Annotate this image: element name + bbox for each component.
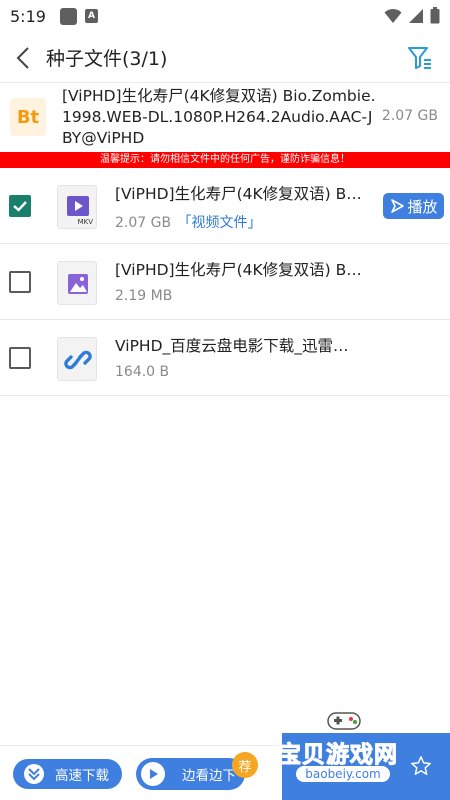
page-title: 种子文件(3/1)	[46, 48, 168, 70]
wifi-icon	[384, 8, 402, 23]
file-size: 2.19 MB	[115, 288, 173, 304]
app-notification-icon: A	[84, 9, 98, 23]
file-name: [ViPHD]生化寿尸(4K修复双语) B…	[115, 261, 362, 279]
file-meta: 2.19 MB	[115, 288, 172, 304]
recommend-badge: 荐	[232, 752, 258, 778]
file-checkbox[interactable]	[9, 347, 31, 369]
mkv-label: MKV	[77, 218, 93, 226]
filter-icon	[408, 47, 431, 69]
image-file-icon	[57, 261, 97, 305]
torrent-info: Bt [ViPHD]生化寿尸(4K修复双语) Bio.Zombie.1998.W…	[0, 84, 450, 152]
filter-button[interactable]	[406, 44, 434, 72]
stream-label: 边看边下	[182, 768, 236, 784]
bt-torrent-icon: Bt	[10, 98, 46, 136]
watermark: 宝贝游戏网 baobeiy.com	[268, 705, 450, 800]
file-size: 2.07 GB	[115, 215, 172, 231]
download-label: 高速下载	[55, 768, 109, 784]
file-type: 「视频文件」	[177, 215, 262, 231]
signal-icon	[409, 8, 423, 23]
video-file-icon: MKV	[57, 185, 97, 229]
notification-icon	[59, 7, 77, 25]
back-arrow-icon	[16, 46, 29, 69]
play-label: 播放	[407, 197, 438, 216]
file-meta: 2.07 GB 「视频文件」	[115, 212, 262, 232]
file-row[interactable]: ViPHD_百度云盘电影下载_迅雷… 164.0 B	[0, 320, 450, 396]
file-row[interactable]: MKV [ViPHD]生化寿尸(4K修复双语) B… 2.07 GB 「视频文件…	[0, 168, 450, 244]
torrent-name: [ViPHD]生化寿尸(4K修复双语) Bio.Zombie.1998.WEB-…	[62, 87, 376, 147]
app-header: 种子文件(3/1)	[0, 33, 450, 83]
stream-while-download-button[interactable]: 边看边下	[136, 758, 245, 790]
torrent-size: 2.07 GB	[381, 108, 438, 124]
double-chevron-down-icon	[24, 764, 44, 784]
file-meta: 164.0 B	[115, 364, 169, 380]
file-name: [ViPHD]生化寿尸(4K修复双语) B…	[115, 185, 362, 203]
file-row[interactable]: [ViPHD]生化寿尸(4K修复双语) B… 2.19 MB	[0, 244, 450, 320]
status-time: 5:19	[10, 6, 46, 26]
high-speed-download-button[interactable]: 高速下载	[13, 759, 122, 789]
play-circle-icon	[141, 762, 165, 786]
battery-icon	[430, 7, 440, 24]
star-icon[interactable]	[410, 755, 432, 777]
gamepad-icon	[327, 712, 361, 730]
back-button[interactable]	[0, 33, 46, 83]
file-checkbox[interactable]	[9, 271, 31, 293]
file-checkbox[interactable]	[9, 195, 31, 217]
file-size: 164.0 B	[115, 364, 170, 380]
play-icon	[391, 199, 405, 213]
watermark-url: baobeiy.com	[296, 766, 390, 782]
link-file-icon	[57, 337, 97, 381]
status-bar: 5:19 A	[0, 0, 450, 32]
file-name: ViPHD_百度云盘电影下载_迅雷…	[115, 337, 349, 355]
warning-banner: 温馨提示：请勿相信文件中的任何广告，谨防诈骗信息！	[0, 152, 450, 168]
watermark-title: 宝贝游戏网	[278, 742, 398, 769]
play-button[interactable]: 播放	[383, 193, 444, 219]
check-icon	[13, 201, 27, 212]
